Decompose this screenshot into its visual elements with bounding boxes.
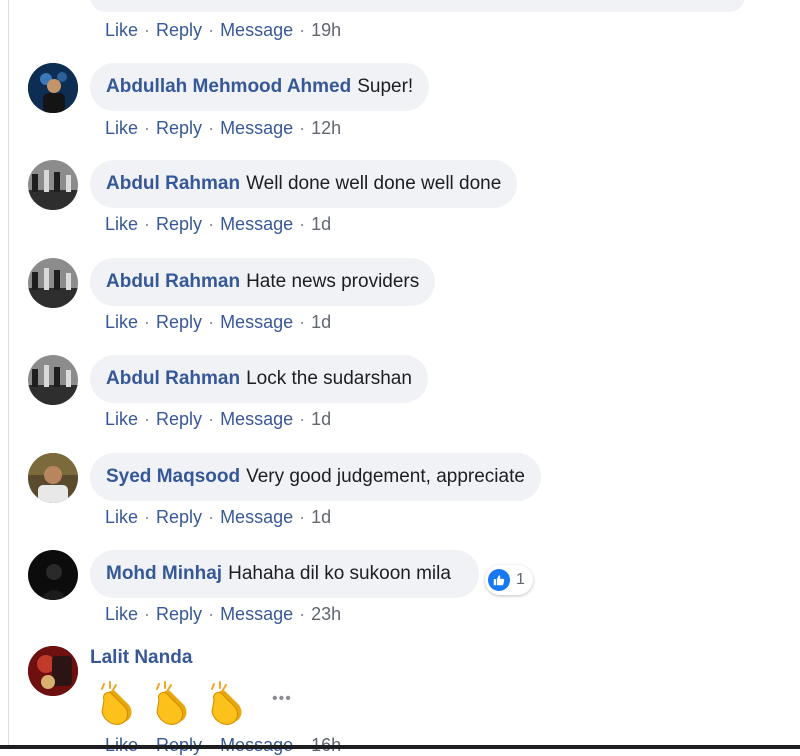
avatar-image bbox=[28, 355, 78, 405]
avatar[interactable] bbox=[28, 355, 78, 405]
clapping-hands-icon bbox=[101, 681, 132, 725]
comment-actions: Like · Reply · Message · 1d bbox=[105, 408, 331, 430]
reply-link[interactable]: Reply bbox=[156, 118, 202, 138]
comment-author[interactable]: Syed Maqsood bbox=[106, 466, 240, 488]
comment-text: Very good judgement, appreciate bbox=[246, 466, 525, 487]
comment-actions: Like · Reply · Message · 1d bbox=[105, 213, 331, 235]
separator: · bbox=[208, 604, 215, 624]
comment-bubble: Abdul Rahman Lock the sudarshan bbox=[90, 355, 428, 403]
comment-bubble: Abdul Rahman Hate news providers bbox=[90, 258, 436, 306]
separator: · bbox=[144, 312, 151, 332]
comment-bubble: Syed Maqsood Very good judgement, apprec… bbox=[90, 453, 541, 501]
comment-actions: Like · Reply · Message · 12h bbox=[105, 117, 341, 139]
comment-author[interactable]: Lalit Nanda bbox=[90, 647, 192, 669]
separator: · bbox=[299, 507, 306, 527]
separator: · bbox=[208, 507, 215, 527]
like-link[interactable]: Like bbox=[105, 604, 138, 624]
comment-author[interactable]: Abdullah Mehmood Ahmed bbox=[106, 76, 351, 98]
separator: · bbox=[144, 118, 151, 138]
separator: · bbox=[299, 214, 306, 234]
comment-author[interactable]: Mohd Minhaj bbox=[106, 563, 222, 585]
message-link[interactable]: Message bbox=[220, 604, 293, 624]
separator: · bbox=[299, 20, 306, 40]
reply-link[interactable]: Reply bbox=[156, 409, 202, 429]
reply-link[interactable]: Reply bbox=[156, 604, 202, 624]
reply-link[interactable]: Reply bbox=[156, 312, 202, 332]
avatar[interactable] bbox=[28, 453, 78, 503]
reply-link[interactable]: Reply bbox=[156, 20, 202, 40]
separator: · bbox=[144, 409, 151, 429]
comment-timestamp[interactable]: 12h bbox=[311, 118, 341, 138]
avatar[interactable] bbox=[28, 160, 78, 210]
separator: · bbox=[208, 118, 215, 138]
message-link[interactable]: Message bbox=[220, 20, 293, 40]
like-link[interactable]: Like bbox=[105, 20, 138, 40]
avatar-image bbox=[28, 160, 78, 210]
avatar-image bbox=[28, 453, 78, 503]
comment-text: Well done well done well done bbox=[246, 173, 502, 194]
reaction-badge[interactable]: 1 bbox=[485, 565, 533, 595]
comment-author[interactable]: Abdul Rahman bbox=[106, 368, 240, 390]
avatar[interactable] bbox=[28, 550, 78, 600]
separator: · bbox=[299, 409, 306, 429]
avatar[interactable] bbox=[28, 646, 78, 696]
comment-bubble: Abdullah Mehmood Ahmed Super! bbox=[90, 63, 430, 111]
panel-left-border bbox=[8, 0, 9, 749]
comment-author[interactable]: Abdul Rahman bbox=[106, 173, 240, 195]
message-link[interactable]: Message bbox=[220, 507, 293, 527]
reply-link[interactable]: Reply bbox=[156, 507, 202, 527]
separator: · bbox=[299, 118, 306, 138]
comment-actions: Like · Reply · Message · 19h bbox=[105, 19, 341, 41]
avatar-image bbox=[28, 63, 78, 113]
like-link[interactable]: Like bbox=[105, 312, 138, 332]
message-link[interactable]: Message bbox=[220, 409, 293, 429]
avatar[interactable] bbox=[28, 258, 78, 308]
avatar[interactable] bbox=[28, 63, 78, 113]
separator: · bbox=[208, 214, 215, 234]
message-link[interactable]: Message bbox=[220, 312, 293, 332]
separator: · bbox=[299, 312, 306, 332]
separator: · bbox=[144, 214, 151, 234]
like-link[interactable]: Like bbox=[105, 118, 138, 138]
comment-timestamp[interactable]: 1d bbox=[311, 507, 331, 527]
avatar-image bbox=[28, 550, 78, 600]
comment-text: Super! bbox=[357, 76, 414, 97]
comment-actions: Like · Reply · Message · 1d bbox=[105, 506, 331, 528]
separator: · bbox=[299, 604, 306, 624]
comment-timestamp[interactable]: 23h bbox=[311, 604, 341, 624]
more-options-icon[interactable]: ••• bbox=[272, 690, 292, 708]
separator: · bbox=[144, 507, 151, 527]
comment-actions: Like · Reply · Message · 1d bbox=[105, 311, 331, 333]
comment-timestamp[interactable]: 1d bbox=[311, 214, 331, 234]
separator: · bbox=[144, 604, 151, 624]
thumbs-up-icon bbox=[488, 569, 510, 591]
message-link[interactable]: Message bbox=[220, 118, 293, 138]
comment-text: Lock the sudarshan bbox=[246, 368, 412, 389]
avatar-image bbox=[28, 258, 78, 308]
comment-timestamp[interactable]: 19h bbox=[311, 20, 341, 40]
like-link[interactable]: Like bbox=[105, 214, 138, 234]
separator: · bbox=[208, 312, 215, 332]
comment-author[interactable]: Abdul Rahman bbox=[106, 271, 240, 293]
separator: · bbox=[208, 409, 215, 429]
comment-text: Hate news providers bbox=[246, 271, 420, 292]
reaction-count: 1 bbox=[516, 571, 525, 588]
bottom-edge bbox=[0, 745, 800, 749]
separator: · bbox=[208, 20, 215, 40]
comment-timestamp[interactable]: 1d bbox=[311, 312, 331, 332]
clapping-hands-icon bbox=[211, 681, 242, 725]
reply-link[interactable]: Reply bbox=[156, 214, 202, 234]
like-link[interactable]: Like bbox=[105, 409, 138, 429]
comment-bubble: Mohd Minhaj Hahaha dil ko sukoon mila bbox=[90, 550, 479, 598]
previous-comment-bubble bbox=[90, 0, 745, 12]
clapping-hands-icon bbox=[156, 681, 187, 725]
separator: · bbox=[144, 20, 151, 40]
like-link[interactable]: Like bbox=[105, 507, 138, 527]
comment-bubble: Abdul Rahman Well done well done well do… bbox=[90, 160, 518, 208]
comment-timestamp[interactable]: 1d bbox=[311, 409, 331, 429]
comment-actions: Like · Reply · Message · 23h bbox=[105, 603, 341, 625]
avatar-image bbox=[28, 646, 78, 696]
comment-text: Hahaha dil ko sukoon mila bbox=[228, 563, 451, 584]
message-link[interactable]: Message bbox=[220, 214, 293, 234]
